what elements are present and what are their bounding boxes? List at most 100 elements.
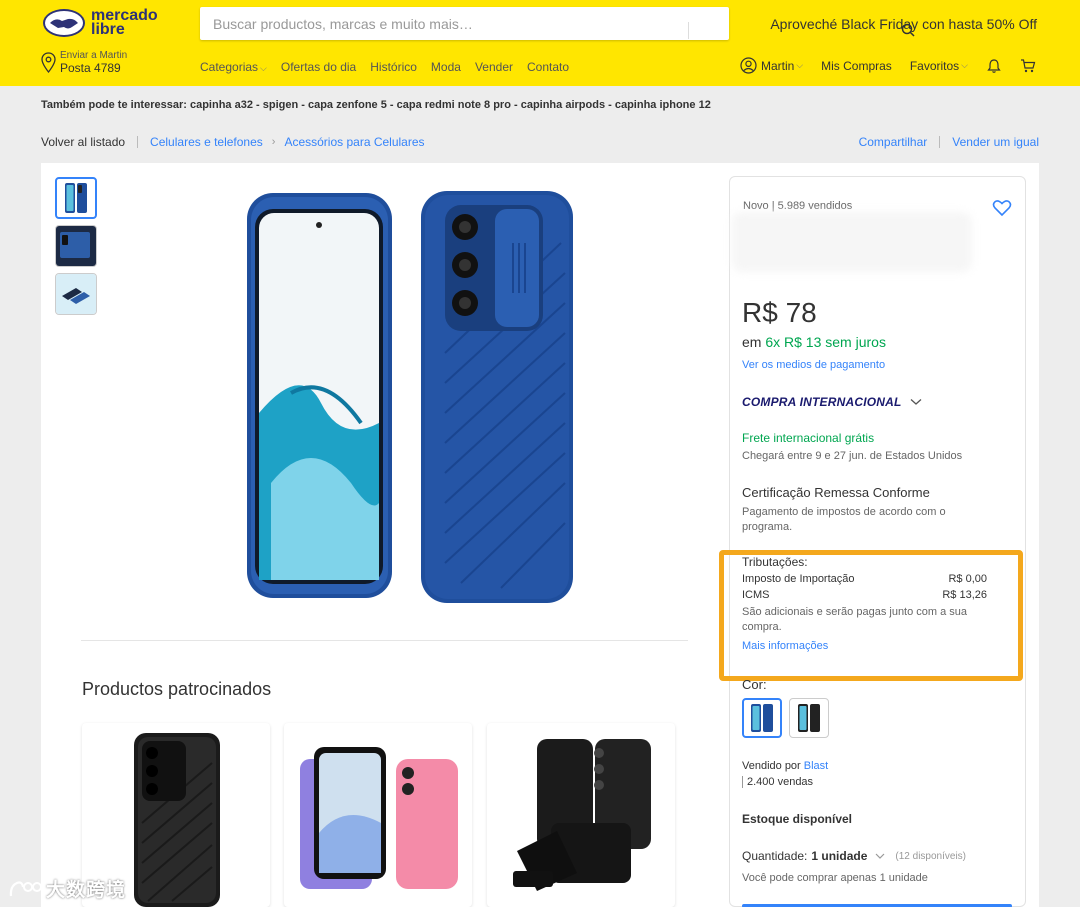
ship-to-label: Enviar a Martin	[60, 50, 128, 61]
ship-to-code: Posta 4789	[60, 61, 121, 75]
quantity-selector[interactable]: Quantidade: 1 unidade (12 disponíveis)	[742, 849, 966, 863]
taxes-title: Tributações:	[742, 555, 808, 569]
sponsored-title: Productos patrocinados	[82, 679, 272, 699]
share-divider	[939, 136, 941, 148]
heart-icon[interactable]	[992, 198, 1012, 218]
related-search-item[interactable]: capinha airpods	[521, 99, 605, 111]
product-main-image[interactable]	[231, 183, 591, 603]
watermark: 大数跨境	[8, 875, 126, 902]
kickstand-case-image	[513, 739, 651, 891]
nav-categorias[interactable]: Categorias ⌵	[200, 60, 267, 74]
international-purchase-label: COMPRA INTERNACIONAL	[742, 395, 902, 409]
related-search-item[interactable]: capa redmi note 8 pro	[397, 99, 511, 111]
sold-by: Vendido por Blast	[742, 760, 828, 772]
location-pin-icon	[41, 52, 56, 74]
sold-by-label: Vendido por	[742, 760, 801, 772]
related-search-item[interactable]: capinha iphone 12	[615, 99, 711, 111]
buy-box: Novo | 5.989 vendidos R$ 78 em 6x R$ 13 …	[719, 176, 1026, 907]
related-search-item[interactable]: capa zenfone 5	[308, 99, 387, 111]
phone-case-thumbnail-icon	[56, 226, 96, 266]
nav-vender[interactable]: Vender	[475, 60, 513, 74]
sponsored-product-2[interactable]	[284, 723, 472, 907]
color-swatch-blue[interactable]	[742, 698, 782, 738]
nav-contato[interactable]: Contato	[527, 60, 569, 74]
section-divider	[81, 640, 688, 641]
tax-label: ICMS	[742, 589, 770, 601]
shipping-location[interactable]: Enviar a Martin Posta 4789	[40, 50, 127, 75]
breadcrumb: Volver al listado Celulares e telefones …	[41, 135, 425, 149]
sponsored-product-3[interactable]	[487, 723, 675, 907]
my-purchases-link[interactable]: Mis Compras	[821, 59, 892, 73]
chevron-down-icon: ⌵	[796, 60, 804, 70]
certification-title: Certificação Remessa Conforme	[742, 485, 930, 500]
black-case-swatch-icon	[798, 704, 820, 732]
favorites-menu[interactable]: Favoritos ⌵	[910, 59, 968, 73]
seller-sales: 2.400 vendas	[742, 776, 813, 788]
related-searches-label: Também pode te interessar:	[41, 99, 187, 111]
quantity-value: 1 unidade	[811, 849, 868, 863]
installments: em 6x R$ 13 sem juros	[742, 334, 886, 350]
chevron-down-icon: ⌵	[260, 63, 267, 73]
payment-methods-link[interactable]: Ver os medios de pagamento	[742, 359, 885, 371]
share-actions: Compartilhar Vender um igual	[859, 135, 1039, 149]
cart-icon[interactable]	[1020, 58, 1036, 74]
thumbnail-3[interactable]	[55, 273, 97, 315]
nav-ofertas[interactable]: Ofertas do dia	[281, 60, 356, 74]
condition-sold-count: Novo | 5.989 vendidos	[743, 200, 853, 212]
quantity-available: (12 disponíveis)	[895, 850, 966, 862]
tax-value: R$ 13,26	[942, 589, 987, 601]
search-input[interactable]	[200, 7, 688, 40]
tax-row-import: Imposto de Importação R$ 0,00	[742, 573, 987, 585]
share-link[interactable]: Compartilhar	[859, 135, 928, 149]
watermark-text: 大数跨境	[46, 880, 127, 901]
breadcrumb-item[interactable]: Acessórios para Celulares	[284, 135, 424, 149]
logo-text: mercado libre	[91, 8, 158, 38]
user-menu[interactable]: Martin ⌵	[740, 57, 803, 74]
quantity-limit-note: Você pode comprar apenas 1 unidade	[742, 872, 928, 884]
tax-value: R$ 0,00	[948, 573, 987, 585]
chevron-down-icon	[875, 853, 885, 859]
color-label: Cor:	[742, 677, 767, 692]
seller-link[interactable]: Blast	[804, 760, 828, 772]
arrival-estimate: Chegará entre 9 e 27 jun. de Estados Uni…	[742, 450, 963, 462]
breadcrumb-divider	[137, 136, 139, 148]
color-swatch-black[interactable]	[789, 698, 829, 738]
blurred-title	[732, 212, 972, 272]
product-card: Productos patrocinados Novo | 5.989 vend…	[41, 163, 1039, 907]
phone-case-thumbnail-icon	[56, 274, 96, 314]
free-shipping-label: Frete internacional grátis	[742, 431, 875, 445]
nav-moda[interactable]: Moda	[431, 60, 461, 74]
taxes-note: São adicionais e serão pagas junto com a…	[742, 606, 968, 633]
sell-similar-link[interactable]: Vender um igual	[952, 135, 1039, 149]
promo-banner[interactable]: Aproveché Black Friday con hasta 50% Off	[770, 16, 1037, 32]
phone-case-thumbnail-icon	[65, 183, 87, 213]
header: mercado libre Aproveché Black Friday con…	[0, 0, 1080, 86]
chevron-down-icon	[910, 399, 921, 405]
certification-text: Pagamento de impostos de acordo com o pr…	[742, 506, 946, 533]
related-searches: Também pode te interessar: capinha a32 -…	[41, 99, 711, 111]
stock-status: Estoque disponível	[742, 812, 853, 826]
nav-historico[interactable]: Histórico	[370, 60, 417, 74]
thumbnail-2[interactable]	[55, 225, 97, 267]
user-avatar-icon	[740, 57, 757, 74]
related-search-item[interactable]: spigen	[263, 99, 298, 111]
more-info-link[interactable]: Mais informações	[742, 640, 828, 652]
watermark-logo-icon	[9, 880, 42, 896]
logo[interactable]: mercado libre	[42, 8, 158, 38]
price: R$ 78	[742, 297, 817, 328]
chevron-down-icon: ⌵	[961, 60, 968, 70]
back-to-list-link[interactable]: Volver al listado	[41, 135, 125, 149]
bell-icon[interactable]	[986, 58, 1002, 74]
international-purchase-toggle[interactable]: COMPRA INTERNACIONAL	[742, 395, 922, 409]
user-nav: Martin ⌵ Mis Compras Favoritos ⌵	[740, 57, 1036, 74]
chevron-right-icon: ›	[271, 136, 276, 148]
related-search-item[interactable]: capinha a32	[190, 99, 253, 111]
pink-case-and-screen-protector-image	[300, 747, 458, 889]
quantity-label: Quantidade:	[742, 849, 808, 863]
breadcrumb-item[interactable]: Celulares e telefones	[150, 135, 263, 149]
thumbnail-1[interactable]	[55, 177, 97, 219]
search-bar	[200, 7, 915, 40]
tax-row-icms: ICMS R$ 13,26	[742, 589, 987, 601]
tax-label: Imposto de Importação	[742, 573, 855, 585]
logo-line2: libre	[91, 21, 125, 38]
